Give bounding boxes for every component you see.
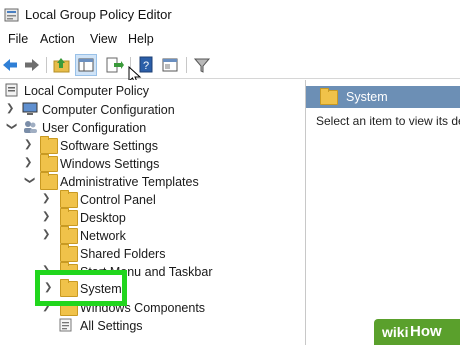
details-pane: System Select an item to view its de — [306, 80, 460, 345]
chevron-right-icon[interactable]: ❯ — [42, 212, 52, 222]
tree-item-label: Administrative Templates — [60, 175, 199, 189]
tree-item-label: System — [80, 282, 122, 296]
up-folder-icon[interactable] — [52, 55, 72, 75]
group-policy-app-icon — [4, 8, 19, 22]
chevron-right-icon[interactable]: ❯ — [44, 283, 54, 293]
tree-item-network[interactable]: ❯ Network — [38, 226, 258, 245]
folder-icon — [60, 190, 78, 208]
tree-item-label: Network — [80, 229, 126, 243]
policy-document-icon — [5, 83, 18, 97]
chevron-down-icon[interactable]: ❯ — [24, 176, 35, 186]
menu-file[interactable]: File — [8, 32, 28, 46]
forward-icon[interactable] — [22, 55, 42, 75]
details-header: System — [306, 86, 460, 108]
tree-item-label: Local Computer Policy — [24, 84, 150, 98]
folder-icon — [60, 208, 78, 226]
tree-item-label: Control Panel — [80, 193, 156, 207]
folder-icon — [320, 88, 338, 105]
tree-item-label: Computer Configuration — [42, 103, 175, 117]
menu-bar: File Action View Help — [0, 32, 460, 50]
menu-action[interactable]: Action — [40, 32, 75, 46]
watermark-text: wiki — [382, 324, 409, 340]
users-icon — [24, 121, 37, 133]
folder-icon — [40, 172, 58, 190]
tree-item-label: User Configuration — [42, 121, 147, 135]
folder-icon — [60, 279, 78, 297]
folder-icon — [40, 154, 58, 172]
tree-item-label: All Settings — [80, 319, 143, 333]
folder-icon — [60, 226, 78, 244]
back-icon[interactable] — [0, 55, 20, 75]
chevron-right-icon[interactable]: ❯ — [24, 158, 34, 168]
tree-item-label: Shared Folders — [80, 247, 166, 261]
toolbar-separator — [186, 57, 187, 73]
tree-item-control-panel[interactable]: ❯ Control Panel — [38, 190, 258, 209]
computer-icon — [22, 102, 38, 115]
toolbar: ? — [0, 52, 460, 79]
svg-text:?: ? — [143, 60, 149, 72]
menu-view[interactable]: View — [90, 32, 117, 46]
chevron-right-icon[interactable]: ❯ — [24, 140, 34, 150]
details-header-title: System — [346, 90, 388, 104]
details-message: Select an item to view its de — [316, 114, 460, 128]
tree-item-shared-folders[interactable]: Shared Folders — [38, 244, 258, 263]
tree-item-software-settings[interactable]: ❯ Software Settings — [20, 136, 240, 155]
tree-item-label: Software Settings — [60, 139, 158, 153]
watermark-text: How — [410, 323, 442, 340]
title-bar: Local Group Policy Editor — [0, 0, 460, 30]
show-hide-tree-icon[interactable] — [75, 54, 97, 76]
tree-item-label: Windows Settings — [60, 157, 160, 171]
tree-item-administrative-templates[interactable]: ❯ Administrative Templates — [20, 172, 260, 191]
tree-item-user-configuration[interactable]: ❯ User Configuration — [2, 119, 222, 137]
export-list-icon[interactable] — [104, 55, 124, 75]
chevron-right-icon[interactable]: ❯ — [42, 230, 52, 240]
tree-item-system[interactable]: ❯ System — [40, 279, 124, 298]
tree-item-label: Desktop — [80, 211, 126, 225]
window-title: Local Group Policy Editor — [25, 7, 172, 22]
tree-item-desktop[interactable]: ❯ Desktop — [38, 208, 258, 227]
tree-item-windows-settings[interactable]: ❯ Windows Settings — [20, 154, 240, 173]
folder-icon — [60, 244, 78, 262]
filter-icon[interactable] — [192, 55, 212, 75]
wikihow-watermark: wiki How — [374, 319, 460, 345]
properties-icon[interactable] — [160, 55, 180, 75]
tree-item-local-computer-policy[interactable]: Local Computer Policy — [2, 82, 202, 100]
tree-item-all-settings[interactable]: All Settings — [38, 317, 258, 335]
folder-icon — [40, 136, 58, 154]
toolbar-separator — [46, 57, 47, 73]
chevron-right-icon[interactable]: ❯ — [6, 104, 16, 114]
chevron-down-icon[interactable]: ❯ — [6, 122, 17, 132]
menu-help[interactable]: Help — [128, 32, 154, 46]
tree-item-computer-configuration[interactable]: ❯ Computer Configuration — [2, 101, 222, 119]
chevron-right-icon[interactable]: ❯ — [42, 194, 52, 204]
settings-list-icon — [59, 318, 72, 332]
